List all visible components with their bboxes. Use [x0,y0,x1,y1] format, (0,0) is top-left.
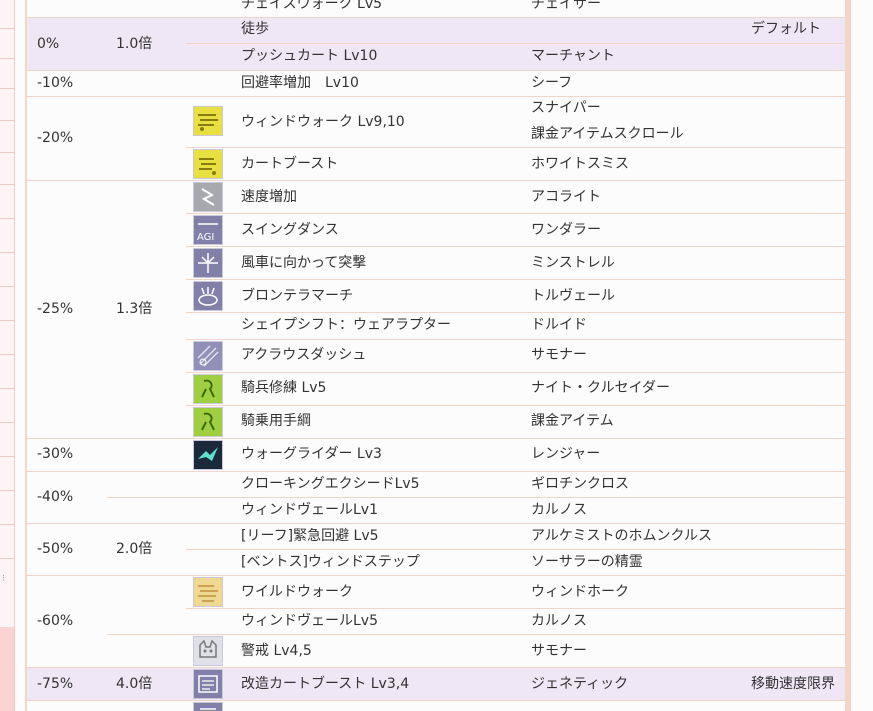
job-name: マーチャント [531,48,615,64]
job-name: ウィンドホーク [531,584,629,600]
job-name: ドルイド [531,317,587,333]
mado-cart-boost-icon [193,669,223,699]
movement-speed-table: 0% -10% -20% -25% -30% -40% -50% -60% -7… [27,0,845,711]
multiplier-cell: 2.0倍 [116,541,153,557]
job-name: ミンストレル [531,255,615,271]
frontera-march-icon [193,281,223,311]
skill-name: 回避率増加 Lv10 [241,75,359,91]
skill-name: ウィンドウォーク Lv9,10 [241,114,405,130]
job-name: ジェネティック [531,676,629,692]
skill-name: 風車に向かって突撃 [241,255,367,271]
skill-name: カートブースト [241,156,339,172]
next-row-icon [193,702,223,711]
page-margin [851,0,873,711]
percent-cell: 0% [37,36,60,52]
windmill-rush-icon [193,248,223,278]
skill-name: [リーフ]緊急回避 Lv5 [241,528,379,544]
multiplier-cell: 1.3倍 [116,301,153,317]
skill-name: 警戒 Lv4,5 [241,643,312,659]
job-name: カルノス [531,502,587,518]
job-name: ホワイトスミス [531,156,629,172]
skill-name: 速度増加 [241,189,297,205]
job-name: レンジャー [531,446,601,462]
swing-dance-icon: AGI [193,215,223,245]
arclouse-dash-icon [193,341,223,371]
note-cell: デフォルト [751,21,821,37]
job-name: ソーサラーの精霊 [531,554,643,570]
job-name: アコライト [531,189,601,205]
skill-name: プッシュカート Lv10 [241,48,378,64]
note-cell: 移動速度限界 [751,676,835,692]
job-name: 課金アイテム [531,413,614,429]
percent-cell: -60% [37,613,74,629]
increase-agi-icon [193,182,223,212]
wild-walk-icon [193,577,223,607]
riding-icon [193,374,223,404]
left-sidebar-strip: ⁝ [0,0,15,711]
percent-cell: -10% [37,75,74,91]
percent-cell: -20% [37,130,74,146]
job-name: サモナー [531,643,587,659]
job-name: アルケミストのホムンクルス [531,528,713,544]
percent-cell: -25% [37,301,74,317]
wind-walk-icon [193,106,223,136]
alertness-icon [193,636,223,666]
job-name: ナイト・クルセイダー [531,380,671,396]
skill-name: チェイスウォーク Lv5 [241,0,383,12]
reins-icon [193,407,223,437]
job-name: カルノス [531,613,587,629]
job-name: ワンダラー [531,222,601,238]
job-name: トルヴェール [531,288,615,304]
skill-name: ワイルドウォーク [241,584,353,600]
job-name: ギロチンクロス [531,476,629,492]
cart-boost-icon [193,149,223,179]
skill-name: ウォーグライダー Lv3 [241,446,382,462]
multiplier-cell: 4.0倍 [116,676,153,692]
skill-name: 騎兵修練 Lv5 [241,380,327,396]
percent-cell: -50% [37,541,74,557]
skill-name: 騎乗用手綱 [241,413,311,429]
skill-name: シェイプシフト：ウェアラプター [241,317,451,333]
skill-name: ウィンドヴェールLv5 [241,613,378,629]
job-name: チェイサー [531,0,601,12]
skill-name: 徒歩 [241,21,269,37]
percent-cell: -30% [37,446,74,462]
job-name: 課金アイテムスクロール [531,126,684,142]
skill-name: [ベントス]ウィンドステップ [241,554,420,570]
warg-rider-icon [193,440,223,470]
skill-name: ブロンテラマーチ [241,288,353,304]
job-name: シーフ [531,75,573,91]
skill-name: クローキングエクシードLv5 [241,476,420,492]
skill-name: ウィンドヴェールLv1 [241,502,378,518]
job-name: スナイパー [531,100,601,116]
multiplier-cell: 1.0倍 [116,36,153,52]
skill-name: 改造カートブースト Lv3,4 [241,676,410,692]
skill-name: スイングダンス [241,222,339,238]
job-name: サモナー [531,347,587,363]
skill-name: アクラウスダッシュ [241,347,367,363]
percent-cell: -75% [37,676,74,692]
svg-text:AGI: AGI [197,232,214,243]
percent-cell: -40% [37,489,74,505]
